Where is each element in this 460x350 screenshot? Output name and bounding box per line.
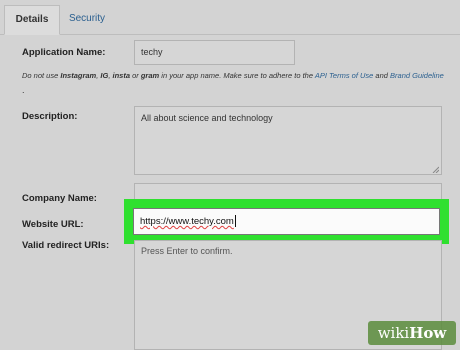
website-url-text: https://www.techy.com xyxy=(140,216,234,227)
tab-security[interactable]: Security xyxy=(64,5,110,34)
tab-details[interactable]: Details xyxy=(4,5,60,35)
resize-handle-icon[interactable] xyxy=(432,166,439,173)
description-label: Description: xyxy=(22,111,78,122)
wikihow-watermark: wikiHow xyxy=(368,321,456,345)
app-name-note: Do not use Instagram, IG, insta or gram … xyxy=(22,71,444,80)
app-name-input[interactable]: techy xyxy=(134,40,295,65)
description-textarea[interactable]: All about science and technology xyxy=(134,106,442,175)
note-trailing-period: . xyxy=(22,85,25,95)
api-terms-link[interactable]: API Terms of Use xyxy=(315,71,374,80)
redirect-uris-label: Valid redirect URIs: xyxy=(22,240,110,251)
company-name-label: Company Name: xyxy=(22,193,97,204)
tab-bar: Details Security xyxy=(0,0,460,35)
brand-guideline-link[interactable]: Brand Guideline xyxy=(390,71,444,80)
app-name-label: Application Name: xyxy=(22,47,106,58)
description-text: All about science and technology xyxy=(141,113,273,123)
website-url-highlight: https://www.techy.com xyxy=(124,199,449,244)
redirect-uris-placeholder: Press Enter to confirm. xyxy=(141,246,233,256)
text-caret xyxy=(234,215,236,228)
website-url-label: Website URL: xyxy=(22,219,84,230)
website-url-input[interactable]: https://www.techy.com xyxy=(133,208,440,235)
